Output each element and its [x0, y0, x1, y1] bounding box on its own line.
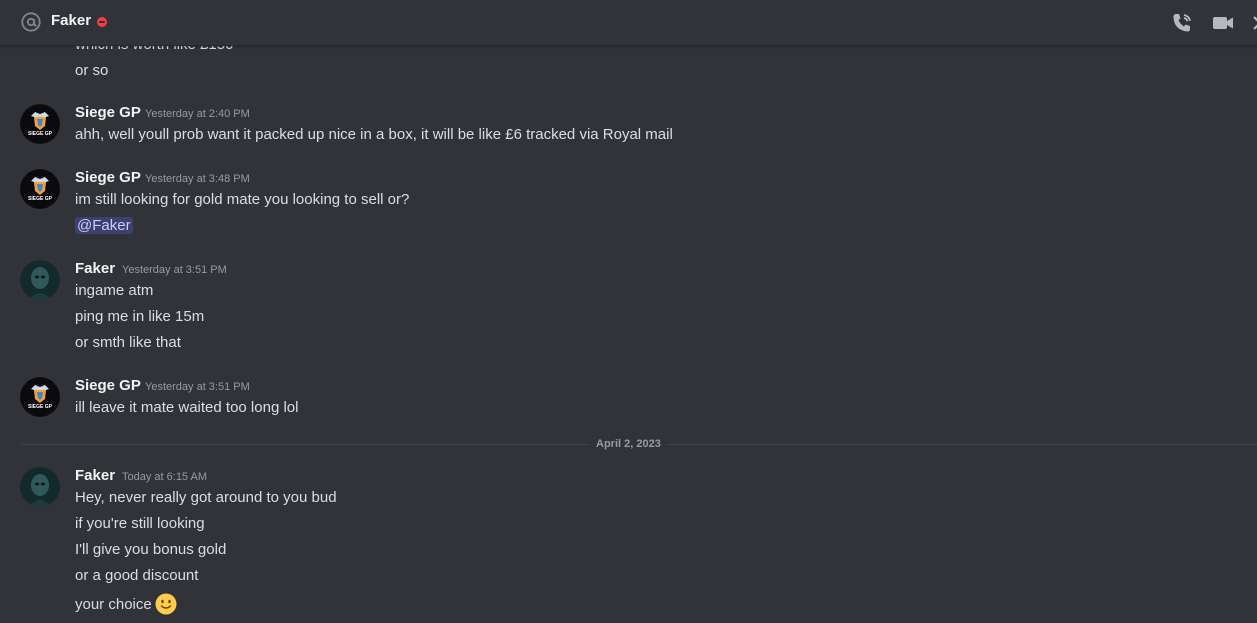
close-icon[interactable]: [1250, 11, 1257, 35]
timestamp: Today at 6:15 AM: [122, 471, 207, 483]
avatar-text: SIEGE GP: [28, 131, 53, 137]
avatar-faker[interactable]: [20, 260, 60, 300]
message-line: ahh, well youll prob want it packed up n…: [75, 126, 673, 143]
avatar-faker[interactable]: [20, 467, 60, 507]
message-line: or smth like that: [75, 334, 181, 351]
at-icon: [21, 12, 41, 32]
message-line: ping me in like 15m: [75, 308, 205, 325]
avatar-text: SIEGE GP: [28, 196, 53, 202]
message-line: @Faker: [75, 217, 133, 234]
slight-smile-emoji-icon: [155, 593, 177, 615]
timestamp: Yesterday at 2:40 PM: [145, 108, 250, 120]
message-line: Hey, never really got around to you bud: [75, 489, 337, 506]
username[interactable]: Siege GP: [75, 377, 141, 394]
username[interactable]: Faker: [75, 260, 115, 277]
video-call-icon[interactable]: [1211, 11, 1235, 35]
phone-call-icon[interactable]: [1170, 11, 1194, 35]
date-divider-label: April 2, 2023: [590, 438, 667, 450]
avatar-siege-gp[interactable]: SIEGE GP: [20, 169, 60, 209]
timestamp: Yesterday at 3:51 PM: [145, 381, 250, 393]
avatar-siege-gp[interactable]: SIEGE GP: [20, 104, 60, 144]
username[interactable]: Siege GP: [75, 169, 141, 186]
avatar-siege-gp[interactable]: SIEGE GP: [20, 377, 60, 417]
dnd-status-icon: [97, 17, 107, 27]
message-line: I'll give you bonus gold: [75, 541, 227, 558]
channel-header: Faker: [0, 0, 1257, 46]
message-line: im still looking for gold mate you looki…: [75, 191, 410, 208]
avatar-text: SIEGE GP: [28, 404, 53, 410]
username[interactable]: Faker: [75, 467, 115, 484]
message-line: your choice: [75, 593, 177, 615]
channel-title[interactable]: Faker: [51, 12, 91, 29]
message-line: or a good discount: [75, 567, 199, 584]
timestamp: Yesterday at 3:51 PM: [122, 264, 227, 276]
message-text: your choice: [75, 596, 152, 613]
timestamp: Yesterday at 3:48 PM: [145, 173, 250, 185]
user-mention[interactable]: @Faker: [75, 217, 133, 234]
message-line: if you're still looking: [75, 515, 205, 532]
message-line: or so: [75, 62, 109, 79]
message-list[interactable]: which is worth like £150 or so SIEGE GP …: [0, 0, 1257, 623]
username[interactable]: Siege GP: [75, 104, 141, 121]
message-line: ill leave it mate waited too long lol: [75, 399, 299, 416]
message-line: ingame atm: [75, 282, 154, 299]
